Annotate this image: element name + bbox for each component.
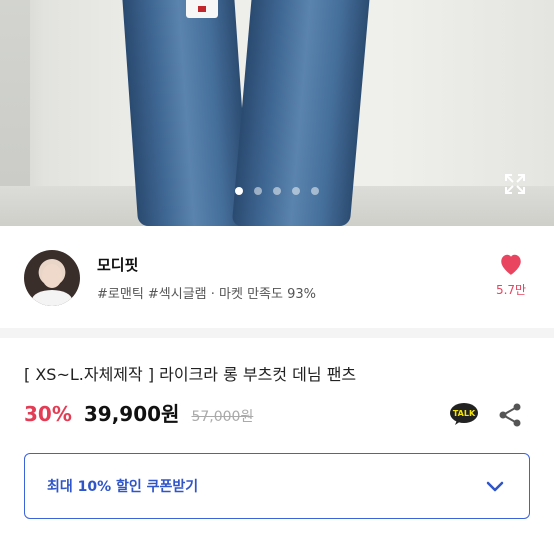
chevron-down-icon [486,481,504,492]
label-tag [186,0,218,18]
section-divider [0,328,554,338]
expand-icon[interactable] [503,172,527,196]
sale-price: 39,900원 [83,402,180,426]
discount-rate: 30% [24,402,72,426]
like-count: 5.7만 [495,283,527,297]
share-icon[interactable] [498,402,522,428]
avatar-shirt [32,290,72,306]
coupon-label: 최대 10% 할인 쿠폰받기 [47,479,199,495]
product-title: [ XS~L.자체제작 ] 라이크라 롱 부츠컷 데님 팬츠 [24,365,357,384]
carousel-dot[interactable] [235,187,243,195]
seller-row[interactable]: 모디핏 #로맨틱 #섹시글램 · 마켓 만족도 93% 5.7만 [0,226,554,328]
original-price: 57,000원 [191,409,254,425]
carousel-dot[interactable] [292,187,300,195]
carousel-dots [0,187,554,195]
avatar-face [42,264,62,288]
avatar[interactable] [24,250,80,306]
seller-meta: #로맨틱 #섹시글램 · 마켓 만족도 93% [97,287,316,302]
product-image-carousel[interactable] [0,0,554,226]
svg-text:TALK: TALK [453,409,476,418]
price-row: 30% 39,900원 57,000원 [24,398,253,428]
heart-icon [501,254,521,275]
coupon-button[interactable]: 최대 10% 할인 쿠폰받기 [24,453,530,519]
seller-name[interactable]: 모디핏 [97,254,138,275]
like-button[interactable]: 5.7만 [490,252,532,298]
carousel-dot[interactable] [273,187,281,195]
carousel-dot[interactable] [311,187,319,195]
carousel-dot[interactable] [254,187,262,195]
kakao-talk-icon[interactable]: TALK [449,402,479,426]
